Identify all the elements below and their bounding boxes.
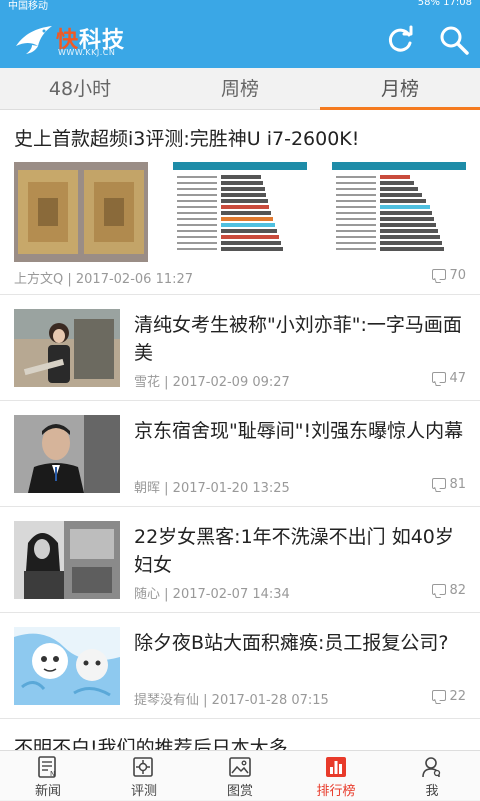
article-date: 2017-02-09 09:27: [173, 375, 290, 390]
article-thumbnail: [14, 415, 120, 493]
news-icon: N: [36, 755, 60, 779]
article-thumbnail: [14, 521, 120, 599]
article-title: 22岁女黑客:1年不洗澡不出门 如40岁妇女: [134, 523, 464, 579]
article-title: 京东宿舍现"耻辱间"!刘强东曝惊人内幕: [134, 417, 464, 445]
nav-me[interactable]: 我: [384, 751, 480, 801]
article-item[interactable]: 京东宿舍现"耻辱间"!刘强东曝惊人内幕 朝晖 | 2017-01-20 13:2…: [0, 401, 480, 507]
article-item-partial[interactable]: 不明不白!我们的推荐后日本大多: [0, 719, 480, 750]
app-logo: 快科技 WWW.KKJ.CN: [14, 22, 164, 58]
search-icon[interactable]: [438, 24, 470, 56]
bar-chart-icon: [324, 755, 348, 779]
article-author: 朝晖: [134, 481, 160, 496]
image-gallery-icon: [228, 755, 252, 779]
app-bar: 快科技 WWW.KKJ.CN: [0, 10, 480, 68]
benchmark-chart-thumbnail-1: [173, 162, 307, 262]
nav-news[interactable]: N 新闻: [0, 751, 96, 801]
comment-count: 82: [432, 583, 466, 598]
article-author: 雪花: [134, 375, 160, 390]
nav-reviews-label: 评测: [96, 780, 192, 799]
comment-count: 70: [432, 268, 466, 283]
battery-level: 58%: [418, 0, 440, 8]
tab-monthly[interactable]: 月榜: [320, 68, 480, 110]
article-date: 2017-02-06 11:27: [76, 272, 193, 287]
nav-reviews[interactable]: 评测: [96, 751, 192, 801]
article-author: 随心: [134, 587, 160, 602]
logo-url: WWW.KKJ.CN: [58, 48, 115, 57]
refresh-icon[interactable]: [384, 24, 416, 56]
article-title: 除夕夜B站大面积瘫痪:员工报复公司?: [134, 629, 464, 657]
ranking-tabs: 48小时 周榜 月榜: [0, 68, 480, 110]
article-title: 清纯女考生被称"小刘亦菲":一字马画面美: [134, 311, 464, 367]
bottom-navigation: N 新闻 评测 图赏 排行榜: [0, 750, 480, 800]
article-item[interactable]: 22岁女黑客:1年不洗澡不出门 如40岁妇女 随心 | 2017-02-07 1…: [0, 507, 480, 613]
article-title: 不明不白!我们的推荐后日本大多: [14, 733, 288, 750]
comment-icon: [432, 269, 446, 280]
featured-article[interactable]: 史上首款超频i3评测:完胜神U i7-2600K!: [0, 110, 480, 295]
user-profile-icon: [420, 755, 444, 779]
nav-rankings[interactable]: 排行榜: [288, 751, 384, 801]
article-date: 2017-01-20 13:25: [173, 481, 290, 496]
svg-text:N: N: [50, 770, 55, 778]
article-thumbnail: [14, 627, 120, 705]
comment-icon: [432, 584, 446, 595]
comment-count: 47: [432, 371, 466, 386]
carrier-label: 中国移动: [8, 0, 48, 10]
article-thumbnail: [14, 309, 120, 387]
article-author: 上方文Q: [14, 272, 63, 287]
nav-gallery-label: 图赏: [192, 780, 288, 799]
article-date: 2017-02-07 14:34: [173, 587, 290, 602]
article-title: 史上首款超频i3评测:完胜神U i7-2600K!: [14, 124, 359, 151]
clock: 17:08: [443, 0, 472, 8]
article-item[interactable]: 除夕夜B站大面积瘫痪:员工报复公司? 提琴没有仙 | 2017-01-28 07…: [0, 613, 480, 719]
tab-48h[interactable]: 48小时: [0, 68, 160, 110]
comment-icon: [432, 478, 446, 489]
nav-gallery[interactable]: 图赏: [192, 751, 288, 801]
article-feed: 史上首款超频i3评测:完胜神U i7-2600K!: [0, 110, 480, 750]
benchmark-chart-thumbnail-2: [332, 162, 466, 262]
cpu-photo-thumbnail: [14, 162, 148, 262]
bird-logo-icon: [14, 24, 54, 56]
article-item[interactable]: 清纯女考生被称"小刘亦菲":一字马画面美 雪花 | 2017-02-09 09:…: [0, 295, 480, 401]
comment-count: 81: [432, 477, 466, 492]
review-settings-icon: [132, 755, 156, 779]
status-bar: 中国移动 58% 17:08: [0, 0, 480, 10]
nav-me-label: 我: [384, 780, 480, 799]
comment-icon: [432, 372, 446, 383]
article-date: 2017-01-28 07:15: [212, 693, 329, 708]
comment-count: 22: [432, 689, 466, 704]
tab-weekly[interactable]: 周榜: [160, 68, 320, 110]
nav-news-label: 新闻: [0, 780, 96, 799]
article-author: 提琴没有仙: [134, 693, 199, 708]
comment-icon: [432, 690, 446, 701]
nav-rankings-label: 排行榜: [288, 780, 384, 799]
